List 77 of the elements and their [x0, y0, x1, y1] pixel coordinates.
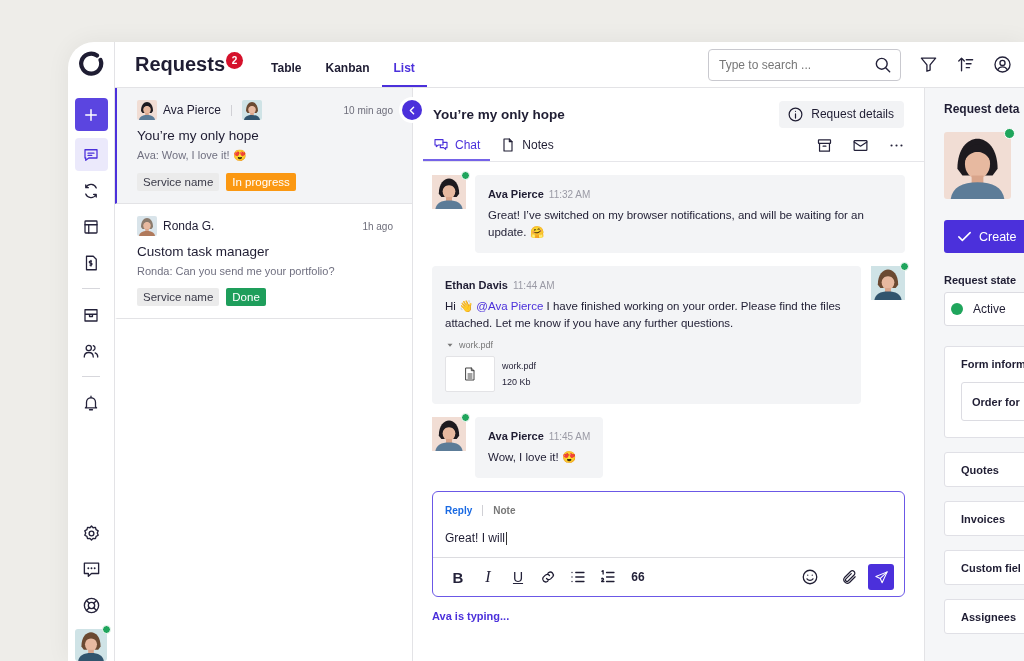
- request-title: You’re my only hope: [137, 128, 260, 143]
- attach-icon[interactable]: [841, 568, 858, 586]
- archive-icon[interactable]: [816, 137, 833, 154]
- layout-icon[interactable]: [82, 217, 100, 236]
- file-name: work.pdf: [502, 361, 536, 371]
- sort-icon[interactable]: [956, 55, 975, 74]
- send-icon: [873, 569, 889, 585]
- user-icon[interactable]: [993, 55, 1012, 74]
- file-thumbnail[interactable]: [445, 356, 495, 392]
- tag: Service name: [137, 173, 220, 191]
- create-button[interactable]: Create: [944, 220, 1024, 253]
- section-header[interactable]: Custom fiel: [944, 550, 1024, 585]
- message-time: 11:44 AM: [512, 280, 555, 291]
- filter-icon[interactable]: [919, 55, 938, 74]
- collapse-button[interactable]: [402, 100, 422, 120]
- page-title: Requests: [135, 53, 226, 76]
- emoji-icon[interactable]: [801, 568, 819, 586]
- sender-name: Ava Pierce: [488, 188, 544, 200]
- feedback-icon[interactable]: [81, 560, 101, 579]
- view-tab[interactable]: Kanban: [313, 42, 382, 87]
- tag: In progress: [226, 173, 296, 191]
- info-icon: [787, 105, 805, 123]
- attachment-toggle[interactable]: work.pdf: [459, 340, 493, 350]
- format-button[interactable]: B: [443, 562, 473, 592]
- search-field[interactable]: Type to search ...: [708, 48, 901, 81]
- request-details-button[interactable]: Request details: [779, 100, 904, 128]
- reply-field[interactable]: Great! I will: [433, 516, 904, 558]
- format-button[interactable]: I: [473, 562, 503, 592]
- message-text: Hi 👋 @Ava Pierce I have finished working on your order. Please find the files attached. Let me know if you have any further questions.: [445, 299, 842, 331]
- file-size: 120 Kb: [502, 377, 532, 387]
- chat-title: You’re my only hope: [433, 106, 565, 122]
- link-icon[interactable]: [539, 568, 557, 586]
- typing-indicator: Ava is typing...: [431, 609, 511, 622]
- message-preview: Ava: Wow, I love it! 😍: [137, 149, 248, 162]
- format-button[interactable]: 66: [623, 562, 653, 592]
- mode-tab[interactable]: Note: [493, 505, 516, 516]
- section-header[interactable]: Assignees: [944, 599, 1024, 634]
- time-label: 10 min ago: [343, 104, 393, 116]
- field-label: Request state: [944, 274, 1018, 286]
- request-title: Custom task manager: [137, 244, 271, 259]
- chat-tab[interactable]: Notes: [490, 130, 564, 161]
- panel-title: Request deta: [944, 102, 1021, 116]
- logo-icon: [78, 51, 104, 77]
- message-time: 11:32 AM: [548, 189, 591, 200]
- message-time: 11:45 AM: [548, 431, 591, 442]
- file-icon: [462, 366, 478, 382]
- help-icon[interactable]: [81, 596, 101, 615]
- request-card[interactable]: Ronda G. 1h ago Custom task manager Ronda: Can you send me your portfolio? Service name Done: [115, 204, 412, 319]
- tag: Done: [226, 288, 266, 306]
- time-label: 1h ago: [362, 220, 393, 232]
- section-header[interactable]: Quotes: [944, 452, 1024, 487]
- settings-icon[interactable]: [81, 524, 101, 543]
- section-header[interactable]: Invoices: [944, 501, 1024, 536]
- count-badge: 2: [226, 51, 244, 69]
- chat-tab[interactable]: Chat: [423, 130, 491, 161]
- format-button[interactable]: U: [503, 562, 533, 592]
- state-select[interactable]: Active: [944, 292, 1024, 326]
- new-request-button[interactable]: [74, 98, 108, 131]
- view-tab[interactable]: Table: [259, 42, 314, 87]
- text-cursor: [506, 531, 507, 545]
- request-card[interactable]: Ava Pierce 10 min ago You’re my only hope Ava: Wow, I love it! 😍 Service name In progress: [115, 88, 412, 204]
- message-text: Wow, I love it! 😍: [488, 450, 577, 465]
- tag: Service name: [137, 288, 220, 306]
- form-item[interactable]: Order for: [961, 382, 1024, 421]
- bell-icon[interactable]: [82, 393, 100, 412]
- send-button[interactable]: [868, 564, 894, 590]
- chat-icon: [433, 136, 449, 153]
- mode-tab[interactable]: Reply: [445, 505, 473, 516]
- author-name: Ava Pierce: [163, 103, 221, 117]
- mail-icon[interactable]: [852, 137, 869, 154]
- sender-name: Ethan Davis: [445, 279, 508, 291]
- message-text: Great! I’ve switched on my browser notifications, and will be waiting for an update. 🤗: [488, 208, 865, 240]
- refresh-icon[interactable]: [82, 181, 100, 200]
- mention-link[interactable]: @Ava Pierce: [476, 300, 544, 312]
- message-preview: Ronda: Can you send me your portfolio?: [137, 265, 336, 277]
- sender-name: Ava Pierce: [488, 430, 544, 442]
- author-name: Ronda G.: [163, 219, 215, 233]
